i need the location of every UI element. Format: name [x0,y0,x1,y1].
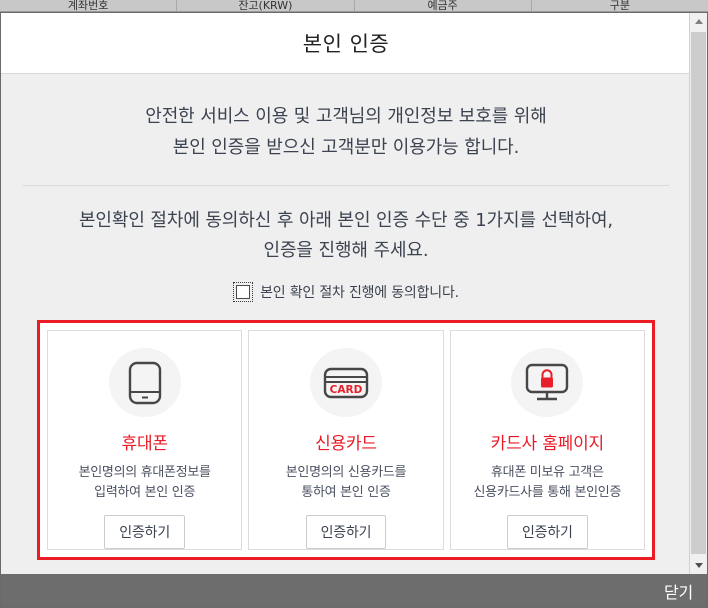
verification-methods-panel: 휴대폰 본인명의의 휴대폰정보를 입력하여 본인 인증 인증하기 CARD 신용… [37,320,655,560]
verify-button-credit-card[interactable]: 인증하기 [305,515,387,549]
method-card-card-company-homepage[interactable]: 카드사 홈페이지 휴대폰 미보유 고객은 신용카드사를 통해 본인인증 인증하기 [449,330,645,550]
chevron-down-icon [694,563,703,568]
method-card-credit-card[interactable]: CARD 신용카드 본인명의의 신용카드를 통하여 본인 인증 인증하기 [248,330,444,550]
monitor-lock-glyph [526,363,569,400]
dialog-footer: 닫기 [1,574,707,607]
background-table-header-cell: 계좌번호 [0,0,178,11]
method-description: 본인명의의 휴대폰정보를 입력하여 본인 인증 [79,463,211,503]
checkbox-unchecked-icon[interactable] [233,282,254,302]
mobile-phone-icon [108,348,181,417]
scrollbar-thumb[interactable] [691,32,706,554]
method-description: 휴대폰 미보유 고객은 신용카드사를 통해 본인인증 [474,463,622,503]
background-table-header-cell: 예금주 [355,0,532,11]
method-description-line-1: 본인명의의 신용카드를 [285,465,407,480]
background-table-header-cell: 구분 [609,0,630,11]
method-title: 휴대폰 [121,434,169,454]
scroll-up-button[interactable] [690,13,707,30]
verify-button-mobile[interactable]: 인증하기 [104,515,186,549]
background-table-header-row: 계좌번호 잔고(KRW) 예금주 구분 [0,0,708,12]
instruction-line-2: 인증을 진행해 주세요. [263,240,429,261]
agreement-row[interactable]: 본인 확인 절차 진행에 동의합니다. [1,278,691,314]
monitor-lock-icon [511,348,584,417]
chevron-up-icon [694,19,703,24]
method-description-line-1: 휴대폰 미보유 고객은 [491,465,604,480]
dialog-body: 안전한 서비스 이용 및 고객님의 개인정보 보호를 위해 본인 인증을 받으신… [1,74,691,560]
close-button[interactable]: 닫기 [664,579,693,603]
intro-text-block: 안전한 서비스 이용 및 고객님의 개인정보 보호를 위해 본인 인증을 받으신… [1,74,691,185]
method-title: 카드사 홈페이지 [490,434,604,454]
intro-line-1: 안전한 서비스 이용 및 고객님의 개인정보 보호를 위해 [145,106,547,127]
instruction-line-1: 본인확인 절차에 동의하신 후 아래 본인 인증 수단 중 1가지를 선택하여, [78,210,614,231]
method-card-mobile[interactable]: 휴대폰 본인명의의 휴대폰정보를 입력하여 본인 인증 인증하기 [47,330,243,550]
instruction-text-block: 본인확인 절차에 동의하신 후 아래 본인 인증 수단 중 1가지를 선택하여,… [1,186,691,278]
credit-card-glyph: CARD [323,367,369,398]
dialog-header: 본인 인증 [1,13,691,74]
agreement-label: 본인 확인 절차 진행에 동의합니다. [260,285,459,301]
method-title: 신용카드 [315,434,377,454]
intro-line-2: 본인 인증을 받으신 고객분만 이용가능 합니다. [172,137,520,158]
method-description: 본인명의의 신용카드를 통하여 본인 인증 [285,463,407,503]
dialog-scrollbar[interactable] [689,13,707,574]
method-description-line-2: 신용카드사를 통해 본인인증 [473,485,622,500]
credit-card-icon: CARD [309,348,382,417]
method-description-line-1: 본인명의의 휴대폰정보를 [78,465,211,480]
verify-button-card-company-homepage[interactable]: 인증하기 [506,515,588,549]
background-table-header-cell: 잔고(KRW) [177,0,355,11]
mobile-phone-glyph [128,361,161,404]
identity-verification-dialog: 본인 인증 안전한 서비스 이용 및 고객님의 개인정보 보호를 위해 본인 인… [0,12,708,608]
dialog-scroll-area: 본인 인증 안전한 서비스 이용 및 고객님의 개인정보 보호를 위해 본인 인… [1,13,691,574]
page-title: 본인 인증 [302,32,390,56]
scroll-down-button[interactable] [690,557,707,574]
verification-methods-list: 휴대폰 본인명의의 휴대폰정보를 입력하여 본인 인증 인증하기 CARD 신용… [47,330,645,550]
method-description-line-2: 입력하여 본인 인증 [94,485,196,500]
credit-card-icon-text: CARD [330,384,363,396]
method-description-line-2: 통하여 본인 인증 [301,485,391,500]
agreement-checkbox[interactable] [236,285,251,299]
